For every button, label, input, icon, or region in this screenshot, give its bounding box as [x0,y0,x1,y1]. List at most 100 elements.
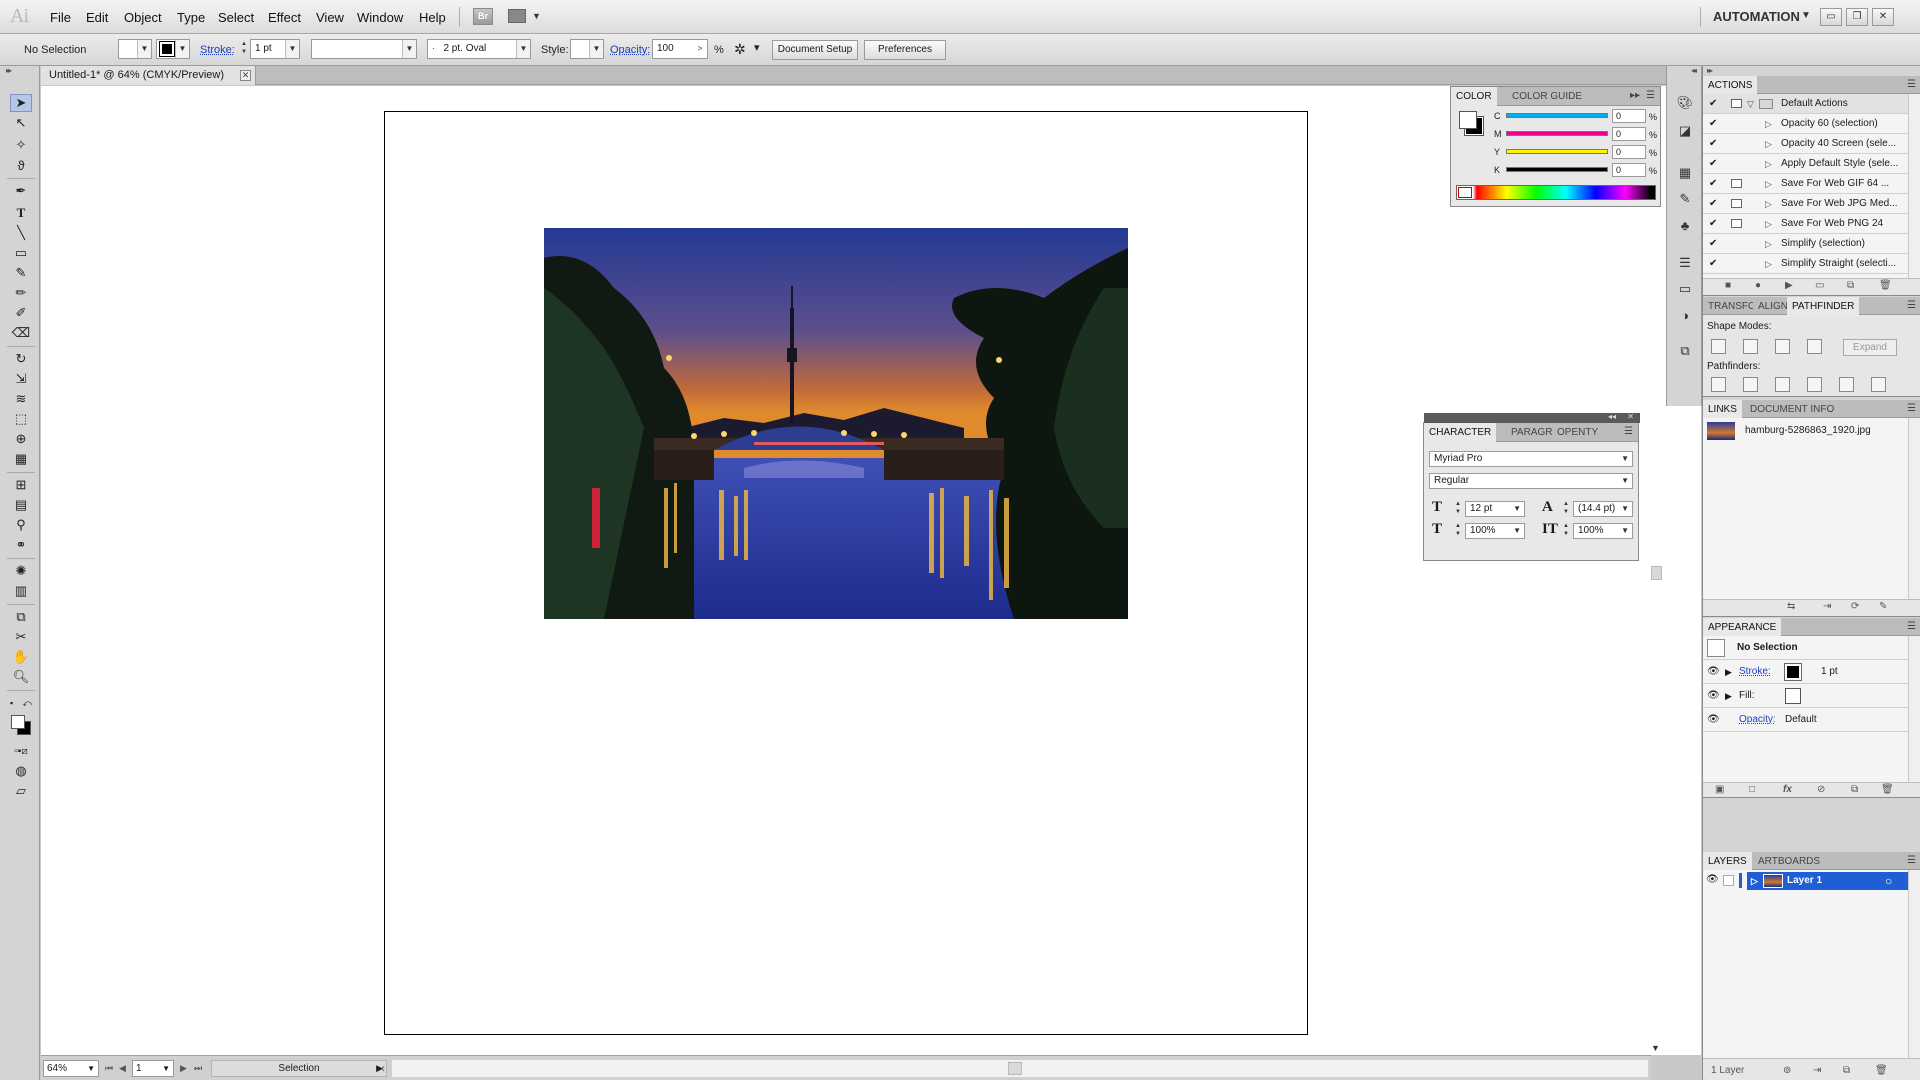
horizontal-scrollbar[interactable] [392,1060,1648,1077]
black-input[interactable]: 0 [1612,163,1646,177]
swatches-icon[interactable]: ▦ [1675,164,1695,182]
list-item[interactable]: ✔ ▷ Apply Default Style (sele... [1703,154,1908,174]
horizontal-scroll-thumb[interactable] [1008,1062,1022,1075]
warp-tool-icon[interactable]: ≋ [10,390,32,408]
tab-paragraph[interactable]: PARAGR [1506,423,1552,442]
tab-appearance[interactable]: APPEARANCE [1703,618,1782,637]
mesh-tool-icon[interactable]: ⊞ [10,476,32,494]
font-size-input[interactable]: 12 pt ▼ [1465,501,1525,517]
type-tool-icon[interactable]: T [10,204,32,222]
panel-menu-icon[interactable]: ☰ [1907,79,1916,90]
expand-triangle-icon[interactable]: ▶ [1725,684,1732,708]
menu-edit[interactable]: Edit [86,10,108,25]
blob-brush-tool-icon[interactable]: ✐ [10,304,32,322]
magenta-input[interactable]: 0 [1612,127,1646,141]
tab-transform[interactable]: TRANSFORM [1703,297,1753,316]
drawing-mode-icon[interactable]: ◍ [10,762,32,780]
opacity-panel-link[interactable]: Opacity: [610,44,650,56]
divide-icon[interactable] [1711,377,1726,392]
dialog-toggle-icon[interactable] [1731,179,1742,188]
intersect-icon[interactable] [1775,339,1790,354]
appearance-opacity-row[interactable]: 👁︎ Opacity: Default [1703,708,1908,732]
menu-type[interactable]: Type [177,10,205,25]
tab-color-guide[interactable]: COLOR GUIDE [1507,87,1587,106]
rectangle-tool-icon[interactable]: ▭ [10,244,32,262]
first-artboard-icon[interactable]: ⏮ [105,1063,113,1074]
panel-menu-icon[interactable]: ☰ [1907,621,1916,632]
hand-tool-icon[interactable]: ✋ [10,648,32,666]
status-tool-label[interactable]: Selection ▶ [211,1060,387,1077]
create-new-layer-icon[interactable]: ⧉ [1843,1061,1850,1080]
zoom-level-dropdown[interactable]: 64% ▼ [43,1060,99,1077]
font-family-dropdown[interactable]: Myriad Pro ▼ [1429,451,1633,467]
artboard-tool-icon[interactable]: ⧉ [10,608,32,626]
expand-triangle-icon[interactable]: ▷ [1765,214,1772,234]
menu-file[interactable]: File [50,10,71,25]
perspective-grid-tool-icon[interactable]: ▦ [10,450,32,468]
symbols-icon[interactable]: ♣ [1675,216,1695,234]
eyedropper-tool-icon[interactable]: ⚲ [10,516,32,534]
links-scrollbar[interactable] [1908,418,1920,599]
checkmark-icon[interactable]: ✔ [1709,138,1720,149]
stop-icon[interactable]: ■ [1725,280,1731,291]
expand-triangle-icon[interactable]: ▷ [1765,154,1772,174]
preferences-button[interactable]: Preferences [864,40,946,60]
checkmark-icon[interactable]: ✔ [1709,158,1720,169]
panel-drag-bar[interactable]: ◂◂ ✕ [1424,412,1640,423]
checkmark-icon[interactable]: ✔ [1709,218,1720,229]
actions-scrollbar[interactable] [1908,94,1920,278]
list-item[interactable]: ✔ ▷ Simplify Straight (selecti... [1703,254,1908,274]
expand-triangle-icon[interactable]: ▽ [1747,94,1754,114]
menu-effect[interactable]: Effect [268,10,301,25]
expand-triangle-icon[interactable]: ▷ [1765,174,1772,194]
rotate-tool-icon[interactable]: ↻ [10,350,32,368]
magic-wand-tool-icon[interactable]: ✧ [10,136,32,154]
horizontal-scale-input[interactable]: 100% ▼ [1573,523,1633,539]
vertical-scale-input[interactable]: 100% ▼ [1465,523,1525,539]
variable-width-profile-dropdown[interactable]: ▼ [311,39,417,59]
restore-button[interactable]: ❐ [1846,8,1868,26]
lock-toggle-icon[interactable] [1723,875,1734,886]
arrange-documents-button[interactable]: ▼ [508,8,542,25]
lasso-tool-icon[interactable]: ϑ [10,156,32,174]
go-to-link-icon[interactable]: ⇥ [1823,601,1831,612]
stroke-weight-input[interactable]: 1 pt ▼ [250,39,300,59]
outline-icon[interactable] [1839,377,1854,392]
collapse-panel-icon[interactable]: ◂◂ [1608,412,1616,421]
cyan-input[interactable]: 0 [1612,109,1646,123]
workspace-switcher[interactable]: AUTOMATION [1713,9,1800,24]
list-item[interactable]: ✔ ▷ Simplify (selection) [1703,234,1908,254]
black-slider[interactable] [1506,167,1608,172]
yellow-slider[interactable] [1506,149,1608,154]
swap-fill-stroke-icon[interactable]: ▪ ⤺ [10,694,32,712]
list-item[interactable]: ✔ ▷ Save For Web PNG 24 [1703,214,1908,234]
fill-swatch[interactable] [1785,688,1801,704]
scroll-left-icon[interactable]: ‹ [381,1061,385,1075]
opacity-input[interactable]: 100 > [652,39,708,59]
clear-appearance-icon[interactable]: ⊘ [1817,784,1825,795]
expand-panel-icon[interactable]: ▸▸ [1630,90,1640,101]
blend-tool-icon[interactable]: ⚭ [10,536,32,554]
tab-actions[interactable]: ACTIONS [1703,76,1758,95]
cyan-slider[interactable] [1506,113,1608,118]
graphic-style-dropdown[interactable]: ▼ [570,39,604,59]
tab-pathfinder[interactable]: PATHFINDER [1787,297,1860,316]
panel-menu-icon[interactable]: ☰ [1646,90,1655,101]
visibility-eye-icon[interactable]: 👁︎ [1707,708,1720,732]
leading-spinner-icon[interactable]: ▲ ▼ [1562,500,1570,518]
last-artboard-icon[interactable]: ⏭ [194,1063,202,1074]
color-guide-icon[interactable]: ◪ [1675,122,1695,140]
close-panel-icon[interactable]: ✕ [1627,412,1634,421]
checkmark-icon[interactable]: ✔ [1709,198,1720,209]
yellow-input[interactable]: 0 [1612,145,1646,159]
tab-artboards[interactable]: ARTBOARDS [1753,852,1825,871]
none-swatch-icon[interactable] [1458,187,1472,198]
add-effect-icon[interactable]: fx [1783,784,1792,795]
appearance-stroke-row[interactable]: 👁︎ ▶ Stroke: 1 pt [1703,660,1908,684]
font-size-spinner-icon[interactable]: ▲ ▼ [1454,500,1462,518]
visibility-eye-icon[interactable]: 👁︎ [1706,874,1719,885]
dialog-toggle-icon[interactable] [1731,219,1742,228]
edit-original-icon[interactable]: ✎ [1879,601,1887,612]
fill-swatch-dropdown[interactable]: ▼ [118,39,152,59]
new-action-icon[interactable]: ⧉ [1847,280,1854,291]
